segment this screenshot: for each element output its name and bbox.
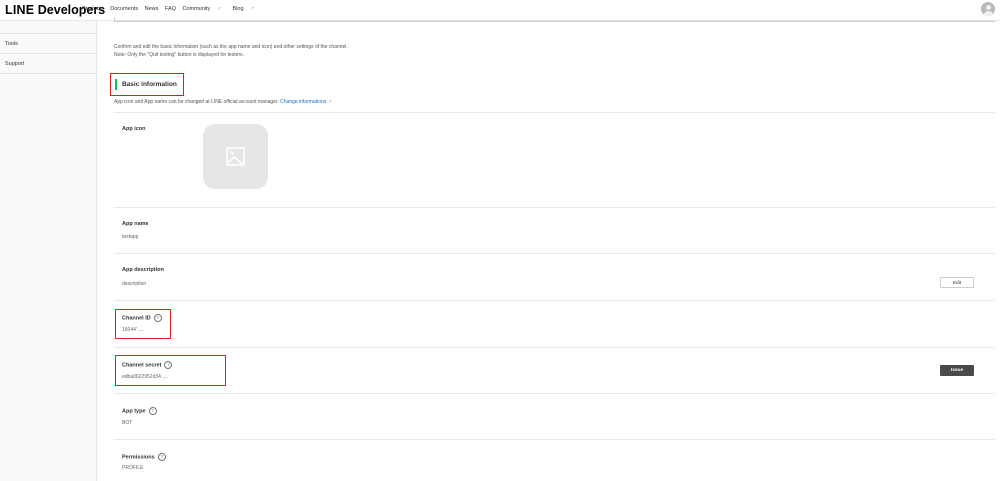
- row-divider: [114, 347, 995, 348]
- help-icon[interactable]: ?: [153, 314, 162, 322]
- external-link-icon: ↗: [250, 6, 255, 12]
- app-description-label: App description: [122, 267, 164, 273]
- nav-faq[interactable]: FAQ: [165, 6, 176, 12]
- nav-community[interactable]: Community ↗: [182, 6, 226, 12]
- image-placeholder-icon: [226, 147, 245, 166]
- edit-description-button[interactable]: Edit: [940, 277, 974, 288]
- app-icon-placeholder: [203, 124, 268, 189]
- issue-secret-button[interactable]: Issue: [940, 365, 974, 376]
- section-title: Basic information: [122, 81, 177, 88]
- channel-secret-label: Channel secret?: [122, 361, 173, 369]
- sidebar-item-support[interactable]: Support: [5, 61, 24, 67]
- channel-secret-label-text: Channel secret: [122, 362, 162, 369]
- app-type-value: BOT: [122, 420, 133, 426]
- permissions-value: PROFILE: [122, 465, 144, 471]
- external-link-icon: ↗: [216, 6, 221, 12]
- intro-text-line1: Confirm and edit the basic information (…: [114, 44, 348, 50]
- tab-underline: [114, 21, 995, 22]
- channel-id-label: Channel ID?: [122, 314, 162, 322]
- app-type-label: App type?: [122, 407, 157, 415]
- help-icon[interactable]: ?: [148, 407, 157, 415]
- top-navbar: LINE Developers Products Documents News …: [0, 0, 1000, 21]
- sidebar-item-tools[interactable]: Tools: [5, 41, 18, 47]
- change-info-note: App icon and App name can be changed at …: [114, 99, 332, 105]
- app-icon-label: App icon: [122, 126, 146, 132]
- channel-id-label-text: Channel ID: [122, 315, 151, 322]
- note-text: App icon and App name can be changed at …: [114, 99, 279, 105]
- channel-id-value: 16044’ ....: [122, 327, 144, 333]
- sidebar: Tools Support: [0, 21, 97, 481]
- help-icon[interactable]: ?: [157, 453, 166, 461]
- row-divider: [114, 112, 995, 113]
- avatar-body: [983, 10, 993, 16]
- sidebar-divider: [0, 53, 96, 54]
- user-avatar-icon[interactable]: [981, 2, 995, 16]
- nav-news[interactable]: News: [145, 6, 159, 12]
- nav-community-label: Community: [182, 6, 211, 12]
- logo-brand: LINE: [5, 3, 35, 17]
- nav-blog[interactable]: Blog ↗: [233, 6, 260, 12]
- change-informations-link[interactable]: Change informations ↗: [280, 99, 332, 105]
- channel-secret-highlight: [115, 355, 226, 386]
- row-divider: [114, 253, 995, 254]
- external-link-icon: ↗: [327, 99, 332, 105]
- permissions-label-text: Permissions: [122, 454, 155, 461]
- app-type-label-text: App type: [122, 408, 146, 415]
- app-name-value: testapp: [122, 234, 139, 240]
- nav-blog-label: Blog: [232, 6, 244, 12]
- sidebar-divider: [0, 73, 96, 74]
- avatar-head: [985, 4, 991, 10]
- channel-secret-value: edba0622952d34 ....: [122, 374, 168, 380]
- row-divider: [114, 393, 995, 394]
- section-accent-bar: [115, 79, 117, 90]
- intro-text-line2: Note: Only the "Quit testing" button is …: [114, 52, 245, 58]
- app-name-label: App name: [122, 221, 149, 227]
- help-icon[interactable]: ?: [164, 361, 173, 369]
- nav-products[interactable]: Products: [82, 6, 104, 12]
- sidebar-divider: [0, 33, 96, 34]
- row-divider: [114, 439, 995, 440]
- row-divider: [114, 207, 995, 208]
- main-nav: Products Documents News FAQ Community ↗ …: [82, 6, 264, 12]
- permissions-label: Permissions?: [122, 453, 166, 461]
- app-description-value: description: [122, 281, 147, 287]
- change-informations-label: Change informations: [280, 99, 327, 105]
- row-divider: [114, 300, 995, 301]
- nav-documents[interactable]: Documents: [110, 6, 138, 12]
